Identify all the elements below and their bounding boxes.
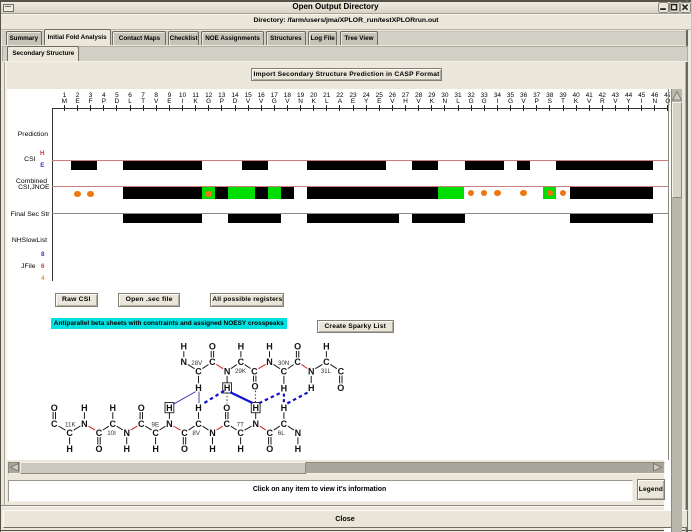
svg-text:O: O [294, 342, 301, 352]
svg-text:C: C [209, 357, 216, 367]
svg-text:H: H [281, 403, 288, 413]
svg-text:N: N [123, 428, 130, 438]
svg-text:H: H [238, 342, 245, 352]
svg-text:N: N [166, 419, 173, 429]
svg-text:11K: 11K [65, 422, 76, 429]
svg-text:6L: 6L [278, 430, 285, 437]
svg-text:31L: 31L [321, 368, 332, 375]
svg-text:H: H [195, 383, 202, 393]
svg-text:H: H [237, 444, 244, 454]
svg-text:28V: 28V [191, 360, 203, 367]
svg-text:C: C [224, 419, 231, 429]
svg-text:C: C [281, 419, 288, 429]
svg-text:C: C [338, 366, 345, 376]
svg-text:O: O [181, 444, 188, 454]
svg-text:C: C [195, 419, 202, 429]
svg-text:N: N [308, 366, 315, 376]
svg-text:H: H [281, 384, 288, 394]
svg-text:C: C [294, 357, 301, 367]
svg-text:C: C [66, 428, 73, 438]
svg-text:C: C [237, 428, 244, 438]
svg-text:H: H [308, 383, 315, 393]
svg-text:N: N [209, 428, 216, 438]
svg-text:C: C [323, 357, 330, 367]
svg-text:7T: 7T [237, 421, 244, 428]
svg-text:O: O [51, 403, 58, 413]
svg-text:O: O [266, 444, 273, 454]
svg-text:C: C [51, 419, 58, 429]
svg-text:O: O [223, 403, 230, 413]
svg-text:H: H [66, 444, 73, 454]
svg-text:H: H [323, 342, 330, 352]
svg-text:29K: 29K [235, 368, 247, 375]
svg-text:O: O [95, 444, 102, 454]
svg-text:9E: 9E [152, 422, 160, 429]
svg-text:C: C [251, 366, 258, 376]
svg-text:C: C [96, 428, 103, 438]
svg-text:H: H [209, 444, 216, 454]
svg-text:O: O [209, 342, 216, 352]
svg-text:C: C [152, 428, 159, 438]
svg-text:C: C [195, 366, 202, 376]
svg-text:H: H [195, 403, 202, 413]
svg-text:N: N [252, 419, 259, 429]
svg-text:C: C [181, 428, 188, 438]
svg-text:O: O [251, 381, 258, 391]
svg-text:30N: 30N [278, 360, 289, 367]
svg-text:H: H [266, 342, 273, 352]
svg-text:C: C [110, 419, 117, 429]
svg-text:N: N [266, 357, 273, 367]
svg-text:N: N [81, 419, 88, 429]
svg-text:H: H [123, 444, 130, 454]
svg-text:8V: 8V [192, 430, 200, 437]
svg-text:O: O [337, 383, 344, 393]
svg-text:H: H [152, 444, 159, 454]
svg-text:O: O [138, 403, 145, 413]
svg-text:N: N [295, 428, 302, 438]
svg-text:10I: 10I [107, 430, 116, 437]
svg-text:C: C [281, 366, 288, 376]
svg-text:H: H [252, 403, 259, 413]
svg-text:N: N [224, 366, 231, 376]
svg-text:H: H [295, 444, 302, 454]
svg-text:N: N [181, 357, 188, 367]
svg-text:C: C [138, 419, 145, 429]
svg-text:C: C [267, 428, 274, 438]
svg-text:H: H [224, 383, 231, 393]
svg-text:C: C [238, 357, 245, 367]
svg-text:H: H [181, 342, 188, 352]
svg-text:H: H [110, 403, 117, 413]
svg-text:H: H [166, 403, 173, 413]
svg-text:H: H [81, 403, 88, 413]
